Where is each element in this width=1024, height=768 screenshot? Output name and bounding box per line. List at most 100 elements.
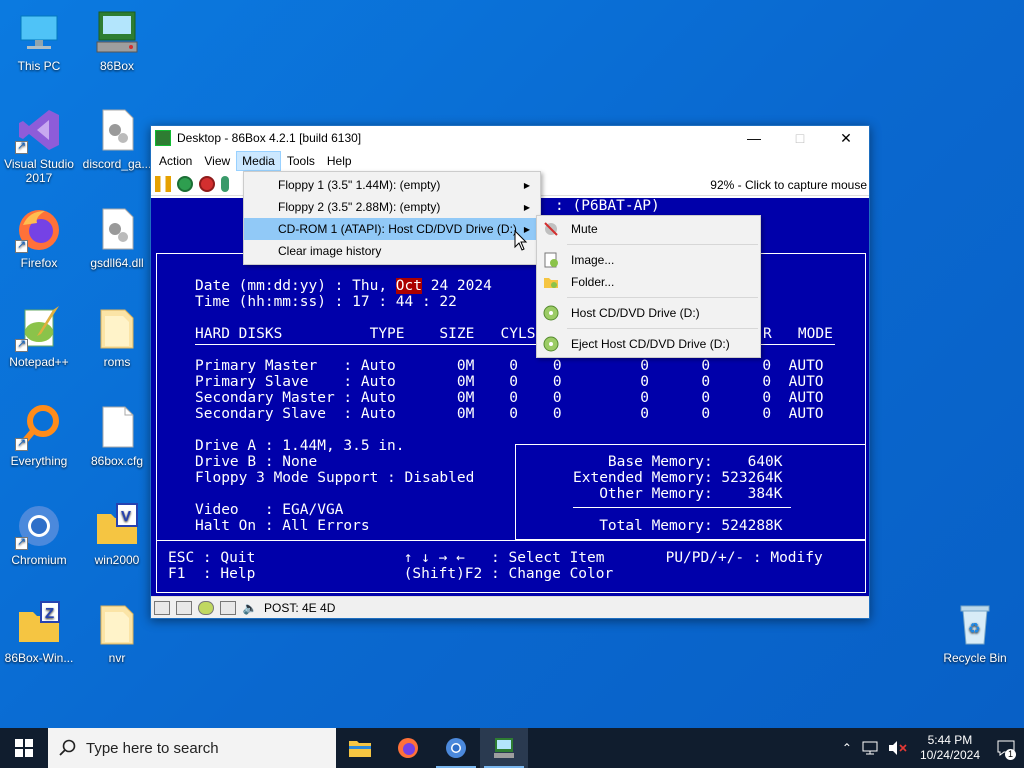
menu-item-floppy-1[interactable]: Floppy 1 (3.5" 1.44M): (empty) ▶ (244, 174, 540, 196)
86box-icon (93, 8, 141, 56)
chromium-icon (15, 502, 63, 550)
taskbar-firefox[interactable] (384, 728, 432, 768)
desktop-icon-label: win2000 (94, 553, 140, 567)
ctrl-alt-del-icon[interactable] (177, 175, 193, 192)
search-icon (59, 739, 76, 756)
sound-status-icon[interactable]: 🔈 (242, 601, 258, 615)
folder-cd-icon (544, 278, 558, 288)
shortcut-arrow-icon (15, 139, 28, 154)
desktop-icon-recycle-bin[interactable]: ♻ Recycle Bin (936, 600, 1014, 665)
desktop-icon-this-pc[interactable]: This PC (0, 8, 78, 73)
desktop-icon-visual-studio[interactable]: Visual Studio 2017 (0, 106, 78, 185)
cdrom-status-icon[interactable] (198, 600, 214, 615)
svg-text:V: V (121, 508, 131, 525)
total-memory: Total Memory: 524288K (573, 518, 783, 534)
power-reset-icon[interactable] (199, 175, 215, 192)
start-button[interactable] (0, 728, 48, 768)
drive-a-line[interactable]: Drive A : 1.44M, 3.5 in. (195, 438, 405, 454)
desktop-icon-notepadpp[interactable]: Notepad++ (0, 304, 78, 369)
desktop-icon-label: 86box.cfg (90, 454, 144, 468)
desktop-icon-chromium[interactable]: Chromium (0, 502, 78, 567)
desktop-icon-nvr[interactable]: nvr (78, 600, 156, 665)
date-month-field[interactable]: Oct (395, 278, 422, 294)
submenu-item-eject[interactable]: Eject Host CD/DVD Drive (D:) (537, 333, 760, 355)
floppy-2-status-icon[interactable] (176, 600, 192, 615)
dll-file-icon (93, 205, 141, 253)
desktop-icon-win2000[interactable]: V win2000 (78, 502, 156, 567)
submenu-item-host-drive[interactable]: Host CD/DVD Drive (D:) (537, 302, 760, 324)
show-hidden-icons-chevron-icon[interactable]: ⌃ (836, 741, 858, 755)
notification-count-badge: 1 (1005, 749, 1016, 760)
floppy3-line[interactable]: Floppy 3 Mode Support : Disabled (195, 470, 474, 486)
mouse-cursor-icon (514, 230, 528, 251)
disk-primary-master[interactable]: Primary Master : Auto 0M 0 0 0 0 0 AUTO (195, 358, 824, 374)
close-button[interactable]: ✕ (823, 126, 869, 150)
taskbar-chromium[interactable] (432, 728, 480, 768)
desktop-icon-discord-dll[interactable]: discord_ga... (78, 106, 156, 171)
taskbar-clock[interactable]: 5:44 PM 10/24/2024 (912, 733, 988, 763)
menu-item-label: Image... (571, 253, 615, 267)
disk-secondary-master[interactable]: Secondary Master : Auto 0M 0 0 0 0 0 AUT… (195, 390, 824, 406)
desktop-icon-86box[interactable]: 86Box (78, 8, 156, 73)
menu-item-cdrom-1[interactable]: CD-ROM 1 (ATAPI): Host CD/DVD Drive (D:)… (244, 218, 540, 240)
volume-muted-icon[interactable] (888, 740, 908, 756)
post-code: POST: 4E 4D (264, 600, 336, 615)
desktop-icon-gsdll64[interactable]: gsdll64.dll (78, 205, 156, 270)
file-explorer-icon (349, 741, 371, 757)
menu-help[interactable]: Help (321, 151, 358, 171)
menu-view[interactable]: View (198, 151, 236, 171)
folder-icon (93, 304, 141, 352)
menu-item-clear-image-history[interactable]: Clear image history (244, 240, 540, 262)
desktop-icon-roms[interactable]: roms (78, 304, 156, 369)
recycle-bin-icon: ♻ (951, 600, 999, 648)
desktop-icon-firefox[interactable]: Firefox (0, 205, 78, 270)
taskbar-86box[interactable] (480, 728, 528, 768)
settings-icon[interactable] (221, 175, 229, 192)
maximize-icon: □ (795, 130, 805, 146)
capture-mouse-hint[interactable]: 92% - Click to capture mouse (710, 178, 867, 192)
menu-tools[interactable]: Tools (281, 151, 321, 171)
firefox-icon (15, 205, 63, 253)
notification-center-button[interactable]: 1 (988, 728, 1024, 768)
submenu-item-folder[interactable]: Folder... (537, 271, 760, 293)
submenu-item-image[interactable]: Image... (537, 249, 760, 271)
hard-disks-header-tail: R MODE (763, 326, 833, 342)
minimize-button[interactable]: — (731, 126, 777, 150)
everything-search-icon (15, 403, 63, 451)
taskbar-file-explorer[interactable] (336, 728, 384, 768)
desktop-icon-label: 86Box (99, 59, 135, 73)
menu-separator (567, 297, 758, 298)
floppy-1-status-icon[interactable] (154, 600, 170, 615)
menu-action[interactable]: Action (153, 151, 198, 171)
submenu-item-mute[interactable]: Mute (537, 218, 760, 240)
media-menu: Floppy 1 (3.5" 1.44M): (empty) ▶ Floppy 2… (243, 171, 541, 265)
pause-icon[interactable] (155, 175, 171, 192)
desktop-icon-label: Everything (10, 454, 68, 468)
status-bar: 🔈 POST: 4E 4D (151, 596, 869, 618)
drive-b-line[interactable]: Drive B : None (195, 454, 317, 470)
windows-logo-icon (15, 739, 33, 757)
desktop-icon-86box-win[interactable]: Z 86Box-Win... (0, 600, 78, 665)
network-icon[interactable] (862, 740, 880, 756)
video-line[interactable]: Video : EGA/VGA (195, 502, 343, 518)
menu-separator (567, 328, 758, 329)
desktop-icon-86box-cfg[interactable]: 86box.cfg (78, 403, 156, 468)
desktop-icon-label: This PC (17, 59, 61, 73)
menu-item-label: Host CD/DVD Drive (D:) (571, 306, 700, 320)
menu-bar: Action View Media Tools Help (151, 150, 869, 172)
taskbar: Type here to search ⌃ 5:44 PM 10/24/2024… (0, 728, 1024, 768)
disk-secondary-slave[interactable]: Secondary Slave : Auto 0M 0 0 0 0 0 AUTO (195, 406, 824, 422)
menu-item-label: Folder... (571, 275, 615, 289)
date-rest: 24 2024 (422, 278, 492, 294)
menu-media[interactable]: Media (236, 151, 281, 171)
disk-primary-slave[interactable]: Primary Slave : Auto 0M 0 0 0 0 0 AUTO (195, 374, 824, 390)
taskbar-search-box[interactable]: Type here to search (48, 728, 336, 768)
title-bar[interactable]: Desktop - 86Box 4.2.1 [build 6130] — □ ✕ (151, 126, 869, 150)
file-icon (93, 403, 141, 451)
desktop-icon-everything[interactable]: Everything (0, 403, 78, 468)
memory-divider (573, 507, 791, 508)
zip-folder-icon: Z (15, 600, 63, 648)
network-status-icon[interactable] (220, 600, 236, 615)
halt-on-line[interactable]: Halt On : All Errors (195, 518, 370, 534)
menu-item-floppy-2[interactable]: Floppy 2 (3.5" 2.88M): (empty) ▶ (244, 196, 540, 218)
